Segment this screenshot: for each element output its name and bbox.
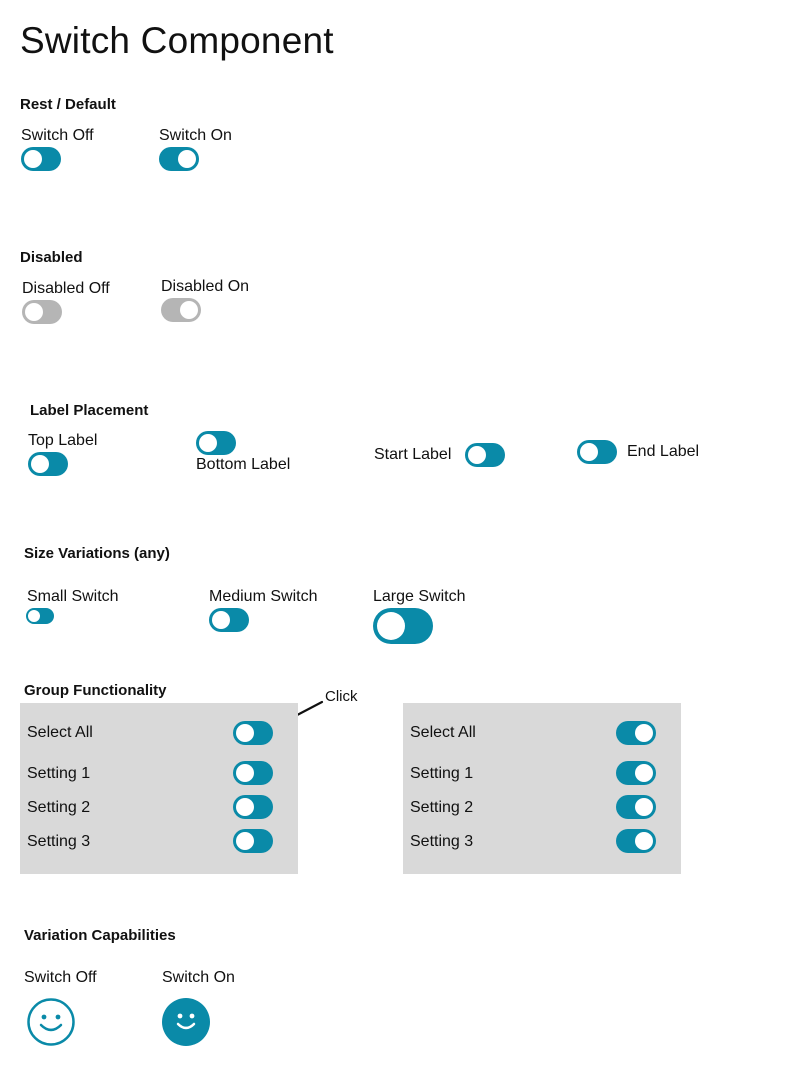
setting-1-label: Setting 1 [410, 765, 474, 782]
bottom-label: Bottom Label [196, 456, 291, 473]
switch-knob [28, 610, 40, 622]
switch-knob [236, 724, 254, 742]
select-all-label: Select All [410, 724, 476, 741]
setting-3-label: Setting 3 [410, 833, 474, 850]
end-label-toggle[interactable] [577, 440, 617, 464]
disabled-on-toggle [161, 298, 201, 322]
start-label: Start Label [374, 446, 452, 463]
switch-knob [377, 612, 405, 640]
switch-knob [25, 303, 43, 321]
section-heading-disabled: Disabled [20, 249, 83, 266]
section-heading-placement: Label Placement [30, 402, 149, 419]
setting-1-label: Setting 1 [27, 765, 91, 782]
switch-knob [212, 611, 230, 629]
medium-switch-label: Medium Switch [209, 588, 318, 605]
setting-2-label: Setting 2 [410, 799, 474, 816]
end-label: End Label [627, 443, 700, 460]
switch-knob [236, 832, 254, 850]
disabled-off-toggle [22, 300, 62, 324]
small-switch-toggle[interactable] [26, 608, 54, 624]
large-switch-label: Large Switch [373, 588, 466, 605]
variation-on-label: Switch On [162, 969, 235, 986]
switch-knob [580, 443, 598, 461]
setting-3-toggle[interactable] [616, 829, 656, 853]
bottom-label-toggle[interactable] [196, 431, 236, 455]
section-heading-variation: Variation Capabilities [24, 927, 176, 944]
setting-2-toggle[interactable] [233, 795, 273, 819]
switch-on-toggle[interactable] [159, 147, 199, 171]
disabled-off-label: Disabled Off [22, 280, 110, 297]
setting-3-toggle[interactable] [233, 829, 273, 853]
page-title: Switch Component [20, 20, 334, 61]
large-switch-toggle[interactable] [373, 608, 433, 644]
switch-knob [635, 832, 653, 850]
setting-2-label: Setting 2 [27, 799, 91, 816]
select-all-toggle[interactable] [233, 721, 273, 745]
medium-switch-toggle[interactable] [209, 608, 249, 632]
click-annotation: Click [325, 688, 358, 705]
group-panel-before: Select All Setting 1 Setting 2 Setting 3 [20, 703, 298, 874]
setting-1-toggle[interactable] [616, 761, 656, 785]
start-label-toggle[interactable] [465, 443, 505, 467]
switch-off-toggle[interactable] [21, 147, 61, 171]
switch-knob [24, 150, 42, 168]
group-panel-after: Select All Setting 1 Setting 2 Setting 3 [403, 703, 681, 874]
switch-knob [236, 798, 254, 816]
smiley-filled-icon[interactable] [162, 998, 210, 1046]
switch-knob [178, 150, 196, 168]
top-label: Top Label [28, 432, 98, 449]
setting-1-toggle[interactable] [233, 761, 273, 785]
variation-off-label: Switch Off [24, 969, 97, 986]
switch-knob [635, 724, 653, 742]
select-all-label: Select All [27, 724, 93, 741]
switch-knob [31, 455, 49, 473]
smiley-outline-icon[interactable] [27, 998, 75, 1046]
section-heading-sizes: Size Variations (any) [24, 545, 170, 562]
switch-on-label: Switch On [159, 127, 232, 144]
switch-knob [180, 301, 198, 319]
switch-knob [468, 446, 486, 464]
select-all-toggle[interactable] [616, 721, 656, 745]
section-heading-rest: Rest / Default [20, 96, 116, 113]
setting-2-toggle[interactable] [616, 795, 656, 819]
switch-knob [635, 764, 653, 782]
switch-knob [635, 798, 653, 816]
section-heading-group: Group Functionality [24, 682, 167, 699]
switch-knob [199, 434, 217, 452]
switch-off-label: Switch Off [21, 127, 94, 144]
small-switch-label: Small Switch [27, 588, 119, 605]
disabled-on-label: Disabled On [161, 278, 250, 295]
switch-knob [236, 764, 254, 782]
top-label-toggle[interactable] [28, 452, 68, 476]
setting-3-label: Setting 3 [27, 833, 91, 850]
